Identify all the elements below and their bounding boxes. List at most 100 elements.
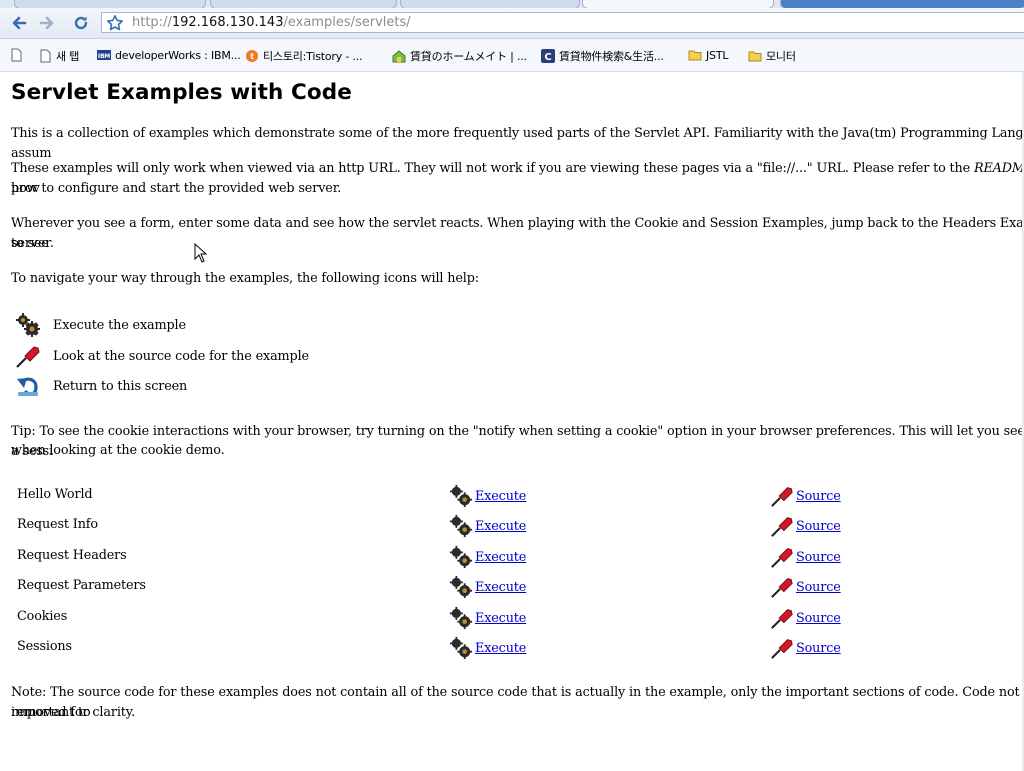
screwdriver-source-icon[interactable] <box>770 575 794 599</box>
bookmark-item[interactable]: IBM developerWorks : IBM... <box>97 48 241 62</box>
bookmark-star-icon[interactable] <box>106 14 124 32</box>
reload-button[interactable] <box>70 12 92 34</box>
table-row: Cookies Execute Source <box>0 605 1024 631</box>
execute-link[interactable]: Execute <box>475 611 526 626</box>
bookmark-folder[interactable]: 모니터 <box>748 48 796 64</box>
source-link[interactable]: Source <box>796 519 841 534</box>
source-link[interactable]: Source <box>796 489 841 504</box>
execute-link[interactable]: Execute <box>475 519 526 534</box>
tab[interactable] <box>210 0 397 8</box>
bookmark-folder[interactable]: JSTL <box>688 48 728 62</box>
source-link[interactable]: Source <box>796 580 841 595</box>
execute-link[interactable]: Execute <box>475 641 526 656</box>
execute-cell: Execute <box>449 513 526 539</box>
execute-gears-icon[interactable] <box>449 606 473 630</box>
execute-cell: Execute <box>449 574 526 600</box>
execute-cell: Execute <box>449 544 526 570</box>
folder-icon <box>688 50 702 61</box>
bookmark-label: 賃貸物件検索&生活... <box>559 50 664 63</box>
bookmark-label: 모니터 <box>766 50 796 63</box>
bookmark-item[interactable]: t 티스토리:Tistory - ... <box>245 48 362 64</box>
tab[interactable] <box>780 0 1024 8</box>
svg-text:t: t <box>250 52 254 61</box>
source-link[interactable]: Source <box>796 550 841 565</box>
screwdriver-source-icon <box>16 346 40 368</box>
execute-gears-icon[interactable] <box>449 575 473 599</box>
source-cell: Source <box>770 574 841 600</box>
tab-strip <box>0 0 1024 8</box>
legend-return-label: Return to this screen <box>53 378 188 394</box>
table-row: Sessions Execute Source <box>0 635 1024 661</box>
svg-text:IBM: IBM <box>98 53 110 60</box>
intro-paragraph: This is a collection of examples which d… <box>11 126 1024 161</box>
bookmark-item[interactable]: C 賃貸物件検索&生活... <box>541 48 664 64</box>
page-icon <box>40 49 51 63</box>
source-cell: Source <box>770 544 841 570</box>
screwdriver-source-icon[interactable] <box>770 636 794 660</box>
http-note-line2: how to configure and start the provided … <box>11 181 342 196</box>
url-text[interactable]: http://192.168.130.143/examples/servlets… <box>132 14 411 32</box>
execute-link[interactable]: Execute <box>475 489 526 504</box>
screwdriver-source-icon[interactable] <box>770 545 794 569</box>
execute-link[interactable]: Execute <box>475 550 526 565</box>
execute-gears-icon[interactable] <box>449 484 473 508</box>
tip-line2: when looking at the cookie demo. <box>11 443 225 458</box>
execute-cell: Execute <box>449 605 526 631</box>
bookmark-item[interactable] <box>9 48 23 62</box>
example-name: Hello World <box>17 487 93 502</box>
execute-link[interactable]: Execute <box>475 580 526 595</box>
legend-execute-label: Execute the example <box>53 317 186 333</box>
tab[interactable] <box>400 0 580 8</box>
url-path: /examples/servlets/ <box>283 15 411 30</box>
forward-button[interactable] <box>36 12 58 34</box>
svg-text:C: C <box>544 52 551 63</box>
example-name: Request Headers <box>17 548 127 563</box>
bookmark-label: 티스토리:Tistory - ... <box>263 50 363 63</box>
tab[interactable] <box>14 0 206 8</box>
table-row: Hello World Execute Source <box>0 483 1024 509</box>
tistory-icon: t <box>246 50 258 62</box>
reload-icon <box>74 16 88 30</box>
folder-icon <box>748 51 762 62</box>
screwdriver-source-icon[interactable] <box>770 514 794 538</box>
screwdriver-source-icon[interactable] <box>770 484 794 508</box>
source-link[interactable]: Source <box>796 611 841 626</box>
url-scheme: http:// <box>132 15 172 30</box>
source-link[interactable]: Source <box>796 641 841 656</box>
bookmark-label: 새 탭 <box>56 50 80 63</box>
execute-gears-icon[interactable] <box>449 514 473 538</box>
example-name: Sessions <box>17 639 72 654</box>
back-arrow-icon <box>12 16 27 30</box>
screwdriver-source-icon[interactable] <box>770 606 794 630</box>
tab-active[interactable] <box>582 0 774 8</box>
legend-execute: Execute the example <box>15 311 186 339</box>
table-row: Request Info Execute Source <box>0 513 1024 539</box>
source-cell: Source <box>770 635 841 661</box>
address-bar[interactable]: http://192.168.130.143/examples/servlets… <box>101 12 1024 33</box>
execute-gears-icon[interactable] <box>449 545 473 569</box>
c-icon: C <box>541 49 555 63</box>
ibm-icon: IBM <box>97 50 111 60</box>
table-row: Request Headers Execute Source <box>0 544 1024 570</box>
table-row: Request Parameters Execute Source <box>0 574 1024 600</box>
bookmark-label: developerWorks : IBM... <box>115 48 241 62</box>
footer-note-line2: removed for clarity. <box>11 705 136 720</box>
legend-return: Return to this screen <box>15 372 187 400</box>
execute-cell: Execute <box>449 635 526 661</box>
example-name: Cookies <box>17 609 68 624</box>
bookmarks-bar: 새 탭 IBM developerWorks : IBM... t 티스토리:T… <box>0 39 1024 72</box>
execute-gears-icon[interactable] <box>449 636 473 660</box>
example-name: Request Info <box>17 517 98 532</box>
form-note-line2: server. <box>11 236 54 251</box>
bookmark-item[interactable]: 賃貸のホームメイト | ... <box>392 48 527 64</box>
back-button[interactable] <box>8 12 30 34</box>
navigate-note: To navigate your way through the example… <box>11 271 479 286</box>
house-icon <box>392 50 406 63</box>
page-icon <box>11 48 22 62</box>
example-name: Request Parameters <box>17 578 146 593</box>
source-cell: Source <box>770 483 841 509</box>
bookmark-item[interactable]: 새 탭 <box>38 48 79 64</box>
readme-text: README <box>974 161 1024 176</box>
execute-cell: Execute <box>449 483 526 509</box>
page-title: Servlet Examples with Code <box>11 80 352 105</box>
